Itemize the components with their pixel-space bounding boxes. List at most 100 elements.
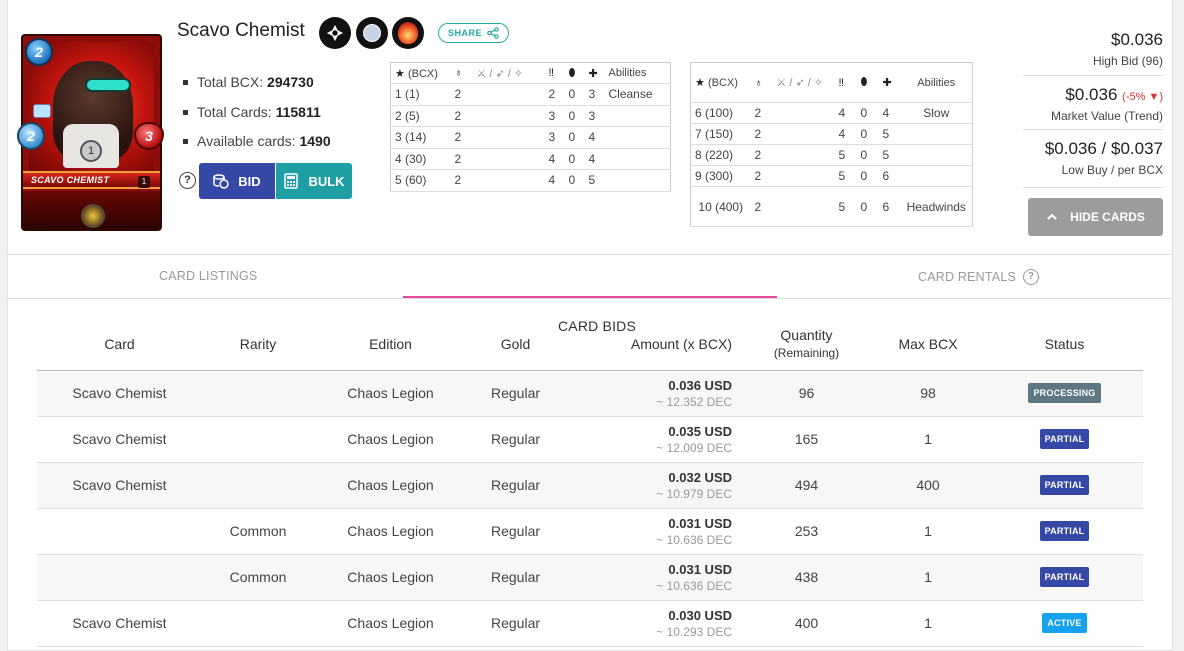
hide-cards-label: HIDE CARDS [1070,210,1145,224]
trend-down-icon: ▼ [1148,91,1160,103]
common-rarity-icon [356,17,388,49]
level-health: 3 [584,83,605,106]
bulk-button[interactable]: BULK [276,163,352,199]
level-ability [604,148,671,170]
level-attack [472,83,545,106]
bid-row[interactable]: Scavo Chemist Chaos Legion Regular 0.030 US… [37,600,1143,647]
card-level: 1 [138,176,150,188]
bid-row[interactable]: Scavo Chemist Chaos Legion Regular 0.035 US… [37,416,1143,463]
level-speed: 2 [450,126,473,149]
share-label: SHARE [447,28,482,38]
bid-gold: Regular [467,462,564,509]
status-badge: PARTIAL [1039,567,1090,587]
level-bcx: 7 (150) [690,123,751,145]
star-icon: ★ [395,67,405,80]
level-ranged: 3 [544,105,565,127]
market-value-label: Market Value (Trend) [1050,109,1163,123]
col-amount[interactable]: Amount (x BCX) [564,318,743,371]
tab-card-rentals[interactable]: CARD RENTALS ? [918,269,1040,285]
level-attack [472,105,545,127]
level-speed: 2 [750,144,773,166]
bid-amount-usd: 0.035 USD [668,423,732,439]
bid-amount-usd: 0.030 USD [668,607,732,623]
speed-icon: ♁ [454,67,463,79]
health-plus-icon: ✚ [588,67,598,80]
tab-card-listings[interactable]: CARD LISTINGS [159,269,257,283]
bid-row[interactable]: Scavo Chemist Chaos Legion Regular 0.032 US… [37,462,1143,509]
level-attack [472,148,545,170]
level-row: 6 (100) 2 4 0 4 Slow [690,102,973,124]
bid-amount-usd: 0.036 USD [668,377,732,393]
share-button[interactable]: SHARE [438,23,509,43]
ranged-icon: ‼ [548,67,555,79]
share-icon [487,27,499,39]
tabs-top-divider [7,254,1173,255]
high-bid-label: High Bid (96) [1092,54,1163,68]
high-bid: $0.036 High Bid (96) [1093,30,1163,68]
speed-icon: 1 [80,140,102,162]
help-icon[interactable]: ? [1023,269,1040,285]
bid-edition: Chaos Legion [314,508,467,555]
hide-cards-button[interactable]: HIDE CARDS [1028,198,1163,236]
level-ranged: 5 [834,144,857,166]
bid-amount: 0.032 USD ~ 10.979 DEC [564,462,743,509]
level-row: 2 (5) 2 3 0 3 [390,105,671,127]
bid-button[interactable]: BID [199,163,275,199]
status-badge: PROCESSING [1028,383,1101,403]
bid-row[interactable]: Scavo Chemist Chaos Legion Regular 0.036 US… [37,370,1143,417]
level-ability [604,126,671,149]
bid-quantity: 165 [743,416,870,463]
bid-rarity: Common [202,508,314,555]
bid-quantity: 253 [743,508,870,555]
bid-amount-usd: 0.031 USD [668,561,732,577]
col-edition[interactable]: Edition [314,318,467,371]
market-value-amount: $0.036 [1065,85,1118,104]
bulk-label: BULK [308,173,345,189]
level-bcx: 8 (220) [690,144,751,166]
col-quantity[interactable]: Quantity (Remaining) [743,318,870,371]
level-attack [772,144,835,166]
help-icon[interactable]: ? [179,172,196,189]
bid-gold: Regular [467,416,564,463]
high-bid-value: $0.036 [1111,30,1163,49]
level-bcx: 2 (5) [390,105,451,127]
col-card[interactable]: Card [37,318,202,371]
level-health: 5 [878,144,901,166]
card-art-name: SCAVO CHEMIST [31,175,110,185]
bid-amount: 0.036 USD ~ 12.352 DEC [564,370,743,417]
level-ability [604,105,671,127]
low-buy-label: Low Buy / per BCX [1061,163,1163,177]
bid-quantity: 96 [743,370,870,417]
level-bcx: 10 (400) [690,186,751,227]
attack-type-icons: ⚔ / ➶ / ✧ [476,67,524,80]
total-bcx-stat: Total BCX: 294730 [182,70,331,100]
bid-amount-dec: ~ 12.009 DEC [656,440,732,455]
level-ranged: 4 [834,123,857,145]
col-status[interactable]: Status [986,318,1143,371]
level-ranged: 2 [544,83,565,106]
level-row: 10 (400) 2 5 0 6 Headwinds [690,186,973,227]
market-value: $0.036 (-5% ▼) Market Value (Trend) [1051,85,1163,123]
level-stats-table-right: ★ (BCX) ♁ ⚔ / ➶ / ✧ ‼ ⬮ ✚ Abilities 6 (1… [690,62,973,227]
bid-row[interactable]: Common Chaos Legion Regular 0.031 USD ~ 10.6… [37,554,1143,601]
level-table-header: ★ (BCX) ♁ ⚔ / ➶ / ✧ ‼ ⬮ ✚ Abilities [390,62,671,84]
col-gold[interactable]: Gold [467,318,564,371]
bid-edition: Chaos Legion [314,416,467,463]
bid-max-bcx: 1 [870,600,986,647]
level-armor: 0 [856,186,879,227]
fire-element-icon [392,17,424,49]
bid-amount-dec: ~ 10.636 DEC [656,532,732,547]
armor-icon: ⬮ [568,66,576,79]
level-speed: 2 [750,186,773,227]
star-icon: ★ [695,77,705,89]
level-row: 3 (14) 2 3 0 4 [390,126,671,149]
bid-row[interactable]: Common Chaos Legion Regular 0.031 USD ~ 10.6… [37,508,1143,555]
low-buy: $0.036 / $0.037 Low Buy / per BCX [1045,139,1163,177]
level-bcx: 9 (300) [690,165,751,187]
bid-rarity [202,600,314,647]
bid-label: BID [238,173,261,189]
bid-amount-dec: ~ 12.352 DEC [656,394,732,409]
col-rarity[interactable]: Rarity [202,318,314,371]
coins-icon [213,174,230,189]
col-max-bcx[interactable]: Max BCX [870,318,986,371]
